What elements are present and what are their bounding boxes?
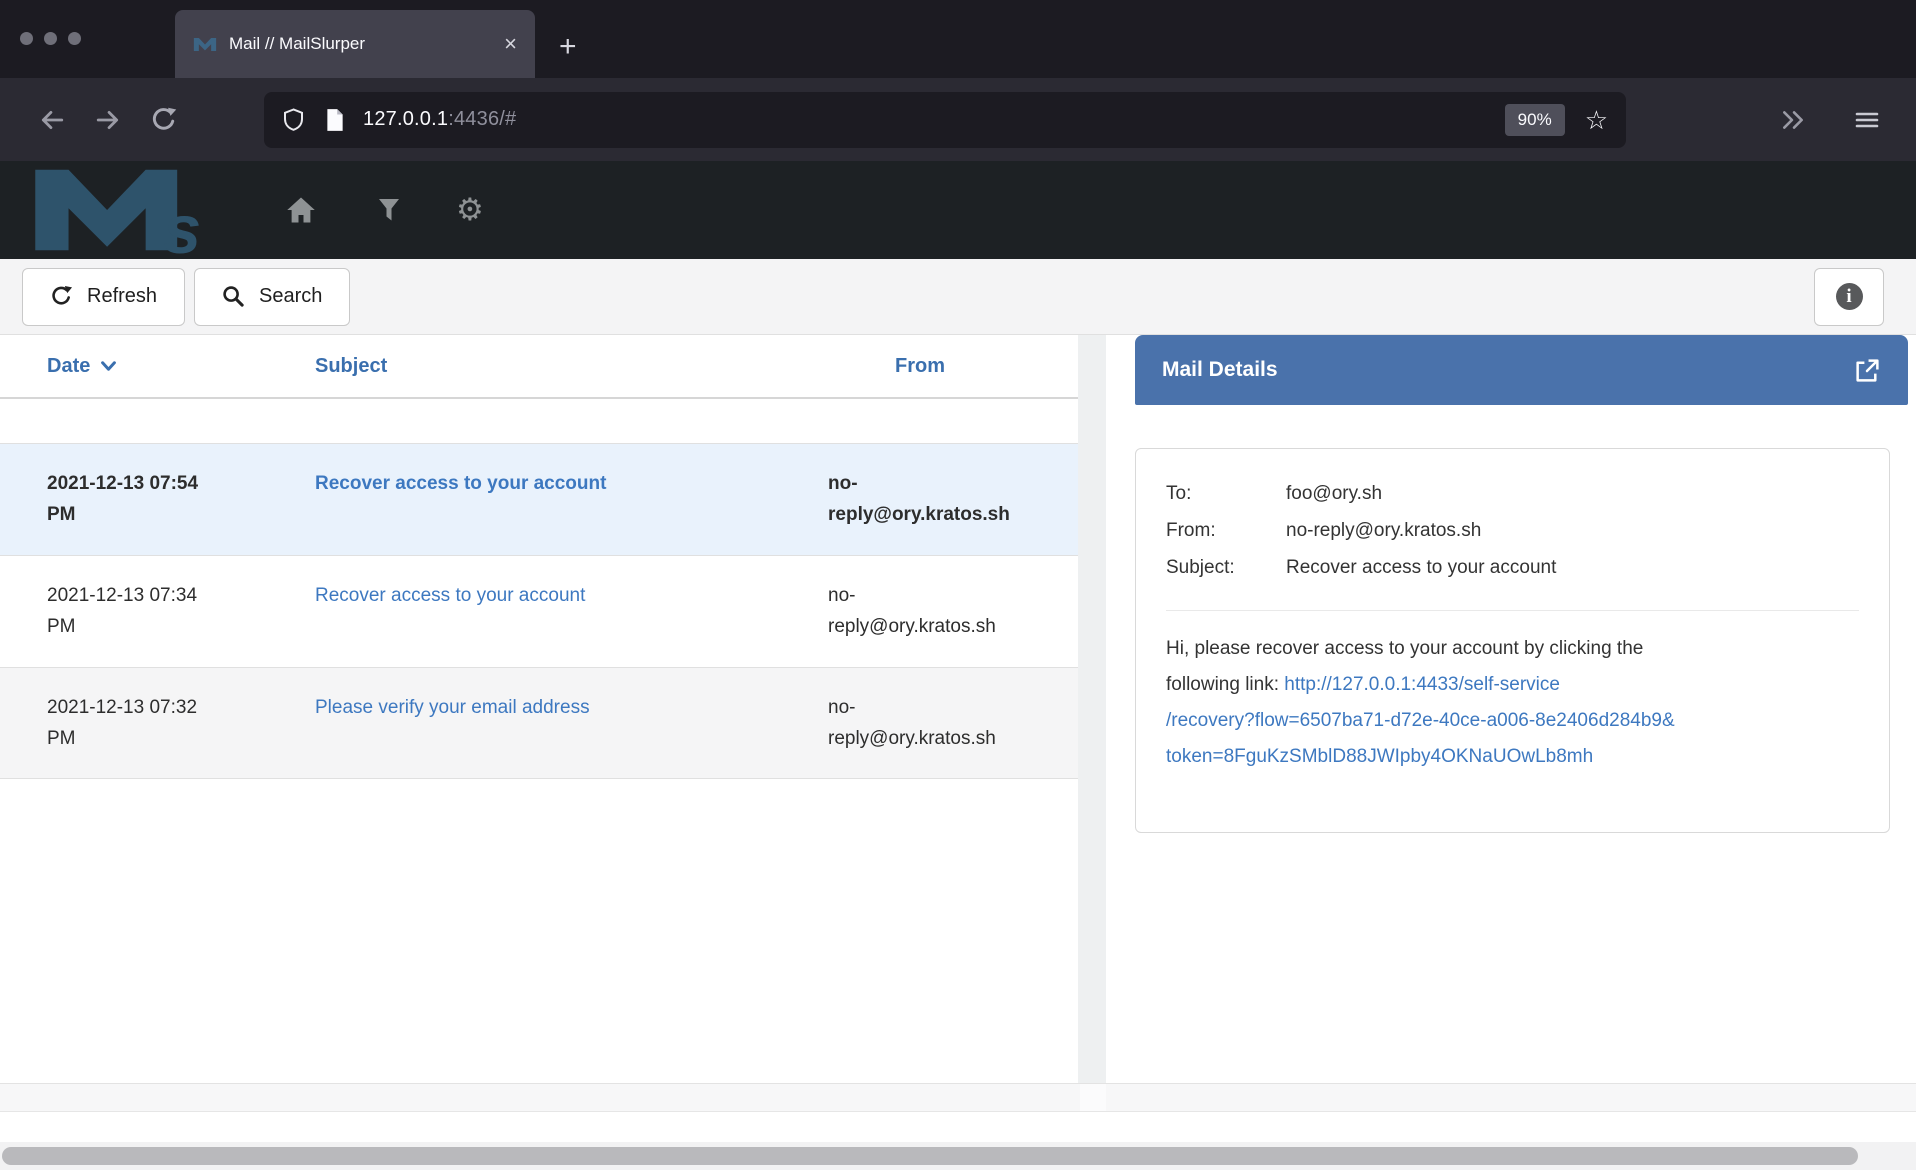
refresh-button[interactable]: Refresh [22, 268, 185, 326]
mail-date: 2021-12-13 07:54 PM [47, 468, 222, 531]
new-tab-icon[interactable]: + [559, 32, 577, 62]
shield-icon[interactable] [282, 108, 305, 132]
column-header-date[interactable]: Date [47, 355, 315, 378]
main-content: Date Subject From 2021-12-13 07:54 PM Rec… [0, 335, 1916, 1083]
filter-funnel-icon[interactable] [378, 197, 400, 223]
back-icon[interactable] [24, 107, 80, 133]
home-icon[interactable] [286, 196, 316, 224]
horizontal-scrollbar[interactable] [0, 1142, 1916, 1170]
menu-hamburger-icon[interactable] [1854, 107, 1880, 133]
refresh-label: Refresh [87, 285, 157, 308]
forward-icon[interactable] [80, 107, 136, 133]
sort-chevron-down-icon [101, 361, 116, 371]
mail-subject-link[interactable]: Recover access to your account [315, 473, 606, 494]
footer-spacer [0, 1112, 1916, 1142]
browser-toolbar: 127.0.0.1:4436/# 90% ☆ [0, 78, 1916, 161]
app-navbar: s ⚙ [0, 161, 1916, 259]
tab-title: Mail // MailSlurper [229, 34, 504, 54]
window-controls[interactable] [20, 32, 81, 45]
url-text: 127.0.0.1:4436/# [363, 108, 516, 131]
url-bar[interactable]: 127.0.0.1:4436/# 90% ☆ [264, 92, 1626, 148]
mail-from: no-reply@ory.kratos.sh [828, 580, 1013, 643]
mail-body-text: Hi, please recover access to your accoun… [1166, 638, 1643, 659]
from-value: no-reply@ory.kratos.sh [1286, 512, 1481, 549]
table-row[interactable]: 2021-12-13 07:32 PM Please verify your em… [0, 667, 1078, 779]
app-toolbar: Refresh Search i [0, 259, 1916, 335]
refresh-icon [50, 285, 73, 308]
table-row[interactable]: 2021-12-13 07:34 PM Recover access to you… [0, 555, 1078, 667]
scrollbar-thumb[interactable] [2, 1147, 1858, 1165]
subject-value: Recover access to your account [1286, 549, 1556, 586]
browser-tab[interactable]: Mail // MailSlurper × [175, 10, 535, 78]
subject-label: Subject: [1166, 549, 1286, 586]
details-divider [1166, 610, 1859, 611]
zoom-level-badge[interactable]: 90% [1505, 104, 1565, 136]
favicon-mailslurper-icon [193, 37, 217, 52]
table-row[interactable]: 2021-12-13 07:54 PM Recover access to you… [0, 443, 1078, 555]
tab-close-icon[interactable]: × [504, 31, 517, 57]
search-icon [222, 285, 245, 308]
mail-from: no-reply@ory.kratos.sh [828, 692, 1013, 754]
mail-date: 2021-12-13 07:32 PM [47, 692, 222, 754]
mail-rows: 2021-12-13 07:54 PM Recover access to you… [0, 443, 1078, 779]
mail-body-link-prefix: following link: [1166, 674, 1284, 695]
mail-from: no-reply@ory.kratos.sh [828, 468, 1013, 531]
reload-icon[interactable] [136, 106, 192, 134]
search-button[interactable]: Search [194, 268, 350, 326]
column-header-subject: Subject [315, 355, 828, 378]
overflow-chevrons-icon[interactable] [1778, 107, 1808, 133]
mail-list-panel: Date Subject From 2021-12-13 07:54 PM Rec… [0, 335, 1078, 1083]
mail-subject-link[interactable]: Please verify your email address [315, 697, 590, 718]
mail-body: Hi, please recover access to your accoun… [1166, 631, 1859, 775]
panel-footer-band [0, 1083, 1916, 1112]
mail-list-header: Date Subject From [0, 335, 1078, 399]
column-header-from: From [828, 355, 1078, 378]
search-label: Search [259, 285, 322, 308]
info-button[interactable]: i [1814, 268, 1884, 326]
browser-window: Mail // MailSlurper × + 127.0.0.1:4436/#… [0, 0, 1916, 1170]
date-header-label: Date [47, 355, 90, 378]
mail-details-card: To: foo@ory.sh From: no-reply@ory.kratos… [1135, 448, 1890, 833]
to-label: To: [1166, 475, 1286, 512]
from-label: From: [1166, 512, 1286, 549]
page-info-icon[interactable] [325, 108, 345, 132]
mail-details-panel: Mail Details To: foo@ory.sh From: no-rep… [1135, 335, 1908, 1083]
to-value: foo@ory.sh [1286, 475, 1382, 512]
mail-subject-link[interactable]: Recover access to your account [315, 585, 585, 606]
panel-divider [1078, 335, 1135, 1083]
mailslurper-logo: s [30, 166, 228, 254]
settings-gear-icon[interactable]: ⚙ [456, 195, 484, 226]
mail-details-header: Mail Details [1135, 335, 1908, 405]
info-icon: i [1836, 283, 1863, 310]
open-external-icon[interactable] [1854, 357, 1881, 384]
mail-details-title: Mail Details [1162, 358, 1278, 382]
mail-date: 2021-12-13 07:34 PM [47, 580, 222, 643]
bookmark-star-icon[interactable]: ☆ [1585, 107, 1608, 133]
svg-text:s: s [163, 192, 201, 254]
tab-strip: Mail // MailSlurper × + [0, 0, 1916, 78]
